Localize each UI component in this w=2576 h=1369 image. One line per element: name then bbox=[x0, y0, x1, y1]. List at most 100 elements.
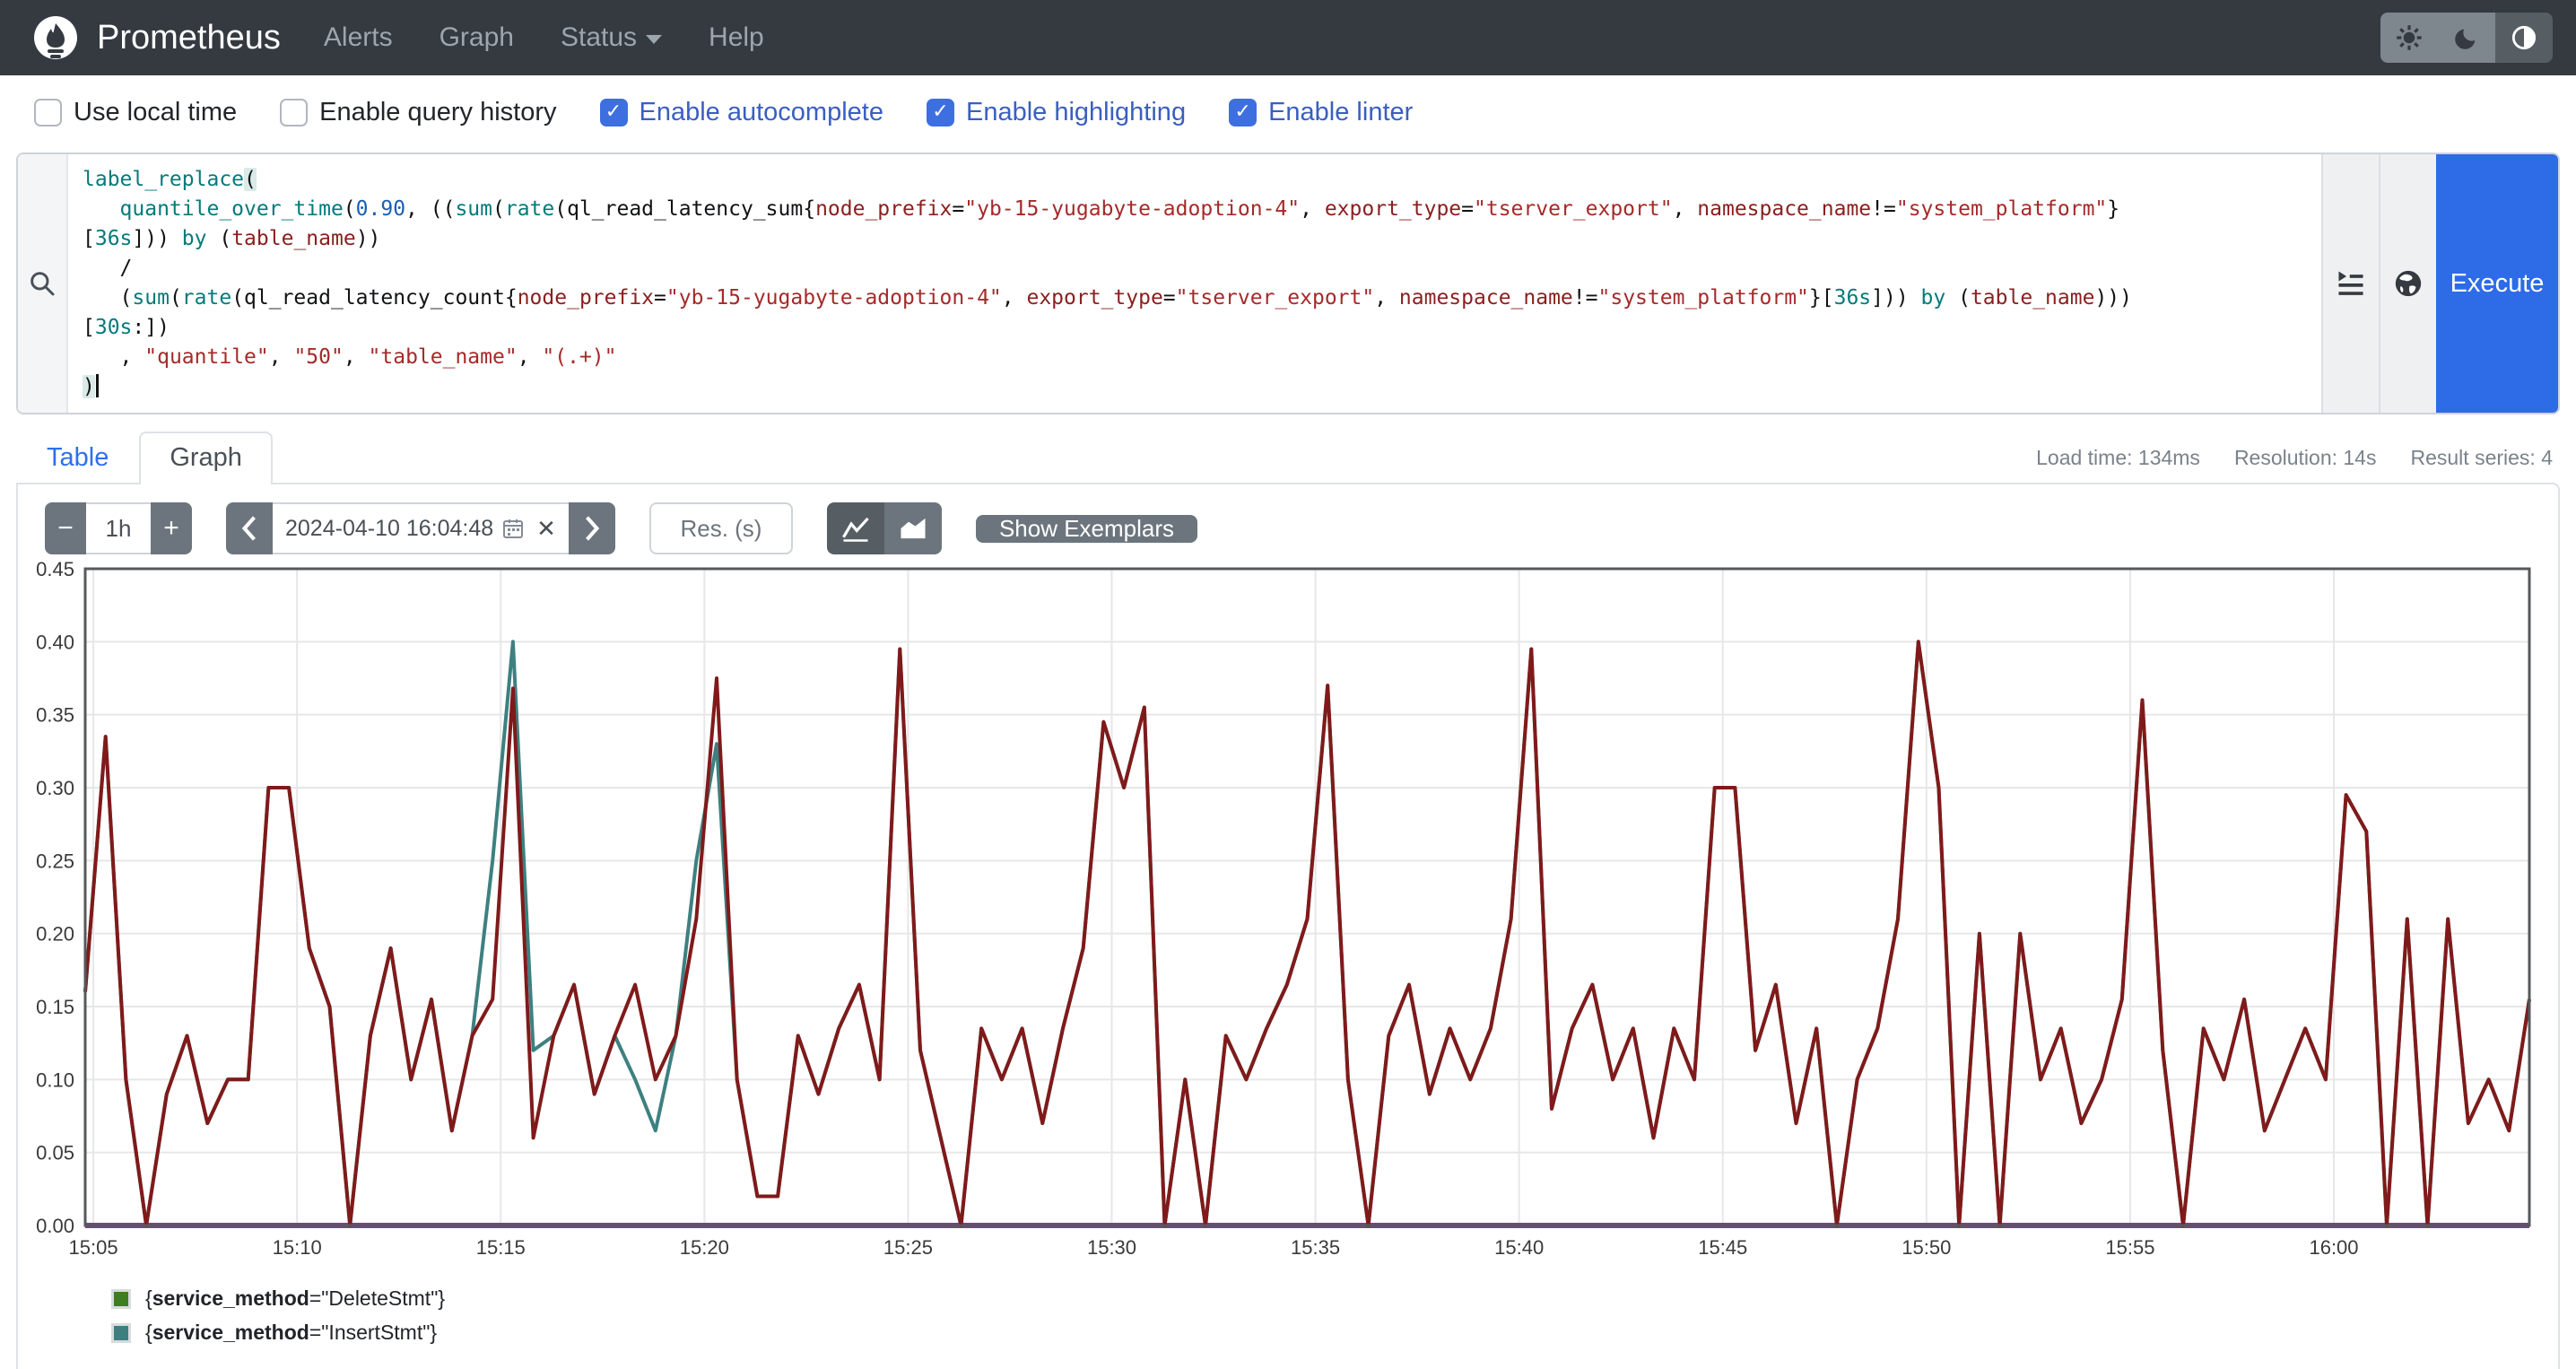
checkbox-enable-highlighting[interactable]: ✓ Enable highlighting bbox=[927, 98, 1186, 127]
forward-time-button[interactable] bbox=[569, 502, 615, 554]
x-axis-label: 15:15 bbox=[476, 1236, 526, 1259]
clear-datetime-button[interactable]: ✕ bbox=[536, 515, 556, 543]
query-token: ))) bbox=[2094, 286, 2132, 310]
query-token: rate bbox=[182, 286, 231, 310]
prometheus-brand[interactable]: Prometheus bbox=[32, 14, 281, 61]
tab-graph[interactable]: Graph bbox=[139, 432, 273, 484]
query-token: ) bbox=[83, 375, 95, 398]
query-token: , (( bbox=[405, 197, 455, 221]
legend-label: {service_method="InsertStmt"} bbox=[145, 1321, 437, 1345]
format-indent-icon bbox=[2337, 269, 2365, 298]
query-token: node_prefix bbox=[815, 197, 952, 221]
query-token: , bbox=[269, 345, 294, 369]
option-toggles-row: Use local time Enable query history ✓ Enabl… bbox=[0, 75, 2576, 149]
query-token: "system_platform" bbox=[1598, 286, 1809, 310]
stacked-chart-toggle-button[interactable] bbox=[884, 502, 942, 554]
enable-highlighting-checkbox[interactable]: ✓ bbox=[927, 99, 954, 126]
query-token: = bbox=[654, 286, 666, 310]
nav-link-alerts[interactable]: Alerts bbox=[324, 22, 393, 53]
query-token: namespace_name bbox=[1697, 197, 1871, 221]
enable-linter-checkbox[interactable]: ✓ bbox=[1229, 99, 1257, 126]
show-exemplars-button[interactable]: Show Exemplars bbox=[976, 515, 1197, 543]
query-token: quantile_over_time bbox=[120, 197, 344, 221]
stacked-chart-icon bbox=[899, 515, 927, 542]
auto-theme-button[interactable] bbox=[2495, 13, 2553, 63]
query-stats: Load time: 134ms Resolution: 14s Result … bbox=[2036, 446, 2553, 470]
increase-range-button[interactable]: + bbox=[151, 502, 192, 554]
enable-query-history-checkbox[interactable] bbox=[280, 99, 308, 126]
light-theme-button[interactable] bbox=[2380, 13, 2438, 63]
enable-autocomplete-checkbox[interactable]: ✓ bbox=[600, 99, 628, 126]
line-chart-toggle-button[interactable] bbox=[827, 502, 884, 554]
query-token: export_type bbox=[1325, 197, 1461, 221]
datetime-input[interactable]: 2024-04-10 16:04:48 ✕ bbox=[273, 502, 569, 554]
query-input[interactable]: label_replace( quantile_over_time(0.90, … bbox=[68, 154, 2321, 413]
checkbox-label: Enable highlighting bbox=[966, 98, 1186, 127]
checkbox-use-local-time[interactable]: Use local time bbox=[34, 98, 237, 127]
query-token: "yb-15-yugabyte-adoption-4" bbox=[964, 197, 1300, 221]
chevron-right-icon bbox=[582, 515, 602, 542]
checkbox-enable-linter[interactable]: ✓ Enable linter bbox=[1229, 98, 1413, 127]
nav-link-status[interactable]: Status bbox=[561, 22, 662, 53]
checkbox-label: Enable linter bbox=[1268, 98, 1413, 127]
chevron-down-icon bbox=[646, 35, 662, 44]
query-editor-box: label_replace( quantile_over_time(0.90, … bbox=[16, 153, 2560, 414]
query-token: label_replace bbox=[83, 168, 244, 191]
brand-title: Prometheus bbox=[97, 19, 281, 57]
query-token: = bbox=[1461, 197, 1474, 221]
query-line: [36s])) by (table_name)) bbox=[83, 224, 2307, 254]
query-line: / bbox=[83, 254, 2307, 283]
query-token: ( bbox=[344, 197, 356, 221]
legend-item[interactable]: {service_method="InsertStmt"} bbox=[111, 1321, 2558, 1345]
chart-type-toggle-group bbox=[827, 502, 942, 554]
query-token: , bbox=[83, 345, 144, 369]
y-axis-label: 0.15 bbox=[36, 996, 74, 1018]
checkbox-enable-query-history[interactable]: Enable query history bbox=[280, 98, 556, 127]
execute-button[interactable]: Execute bbox=[2436, 154, 2558, 413]
checkbox-label: Enable autocomplete bbox=[640, 98, 883, 127]
query-token: )) bbox=[356, 227, 381, 250]
load-time: Load time: 134ms bbox=[2036, 446, 2200, 470]
query-token: != bbox=[1573, 286, 1598, 310]
query-token: "table_name" bbox=[369, 345, 518, 369]
nav-link-graph[interactable]: Graph bbox=[439, 22, 514, 53]
resolution-input[interactable] bbox=[649, 502, 793, 554]
timeseries-chart[interactable]: 0.000.050.100.150.200.250.300.350.400.45… bbox=[18, 554, 2558, 1263]
chart-legend: {service_method="DeleteStmt"} {service_me… bbox=[111, 1286, 2558, 1345]
dark-theme-button[interactable] bbox=[2438, 13, 2495, 63]
query-token: "quantile" bbox=[144, 345, 268, 369]
query-token: ( bbox=[492, 197, 505, 221]
check-icon: ✓ bbox=[932, 102, 948, 122]
result-series: Result series: 4 bbox=[2410, 446, 2553, 470]
back-time-button[interactable] bbox=[226, 502, 273, 554]
query-token: "system_platform" bbox=[1896, 197, 2107, 221]
y-axis-label: 0.35 bbox=[36, 704, 74, 727]
legend-item[interactable]: {service_method="DeleteStmt"} bbox=[111, 1286, 2558, 1311]
query-token: { bbox=[505, 286, 518, 310]
checkbox-enable-autocomplete[interactable]: ✓ Enable autocomplete bbox=[600, 98, 883, 127]
query-line: [30s:]) bbox=[83, 313, 2307, 343]
query-token: 0.90 bbox=[356, 197, 405, 221]
query-token: , bbox=[344, 345, 369, 369]
range-input[interactable] bbox=[86, 515, 151, 543]
query-token: "(.+)" bbox=[542, 345, 616, 369]
query-token: 36s bbox=[1834, 286, 1872, 310]
use-local-time-checkbox[interactable] bbox=[34, 99, 62, 126]
tab-table[interactable]: Table bbox=[16, 432, 139, 484]
navbar: Prometheus Alerts Graph Status Help bbox=[0, 0, 2576, 75]
metrics-explorer-button[interactable] bbox=[2379, 154, 2436, 413]
query-token: }[ bbox=[1809, 286, 1834, 310]
decrease-range-button[interactable]: − bbox=[45, 502, 86, 554]
format-query-button[interactable] bbox=[2321, 154, 2379, 413]
x-axis-label: 15:25 bbox=[883, 1236, 933, 1259]
query-token: , bbox=[1002, 286, 1027, 310]
range-input-group: − + bbox=[45, 502, 192, 554]
nav-link-help[interactable]: Help bbox=[709, 22, 764, 53]
query-token: sum bbox=[455, 197, 492, 221]
query-token: table_name bbox=[1971, 286, 2094, 310]
query-token: "50" bbox=[293, 345, 343, 369]
legend-swatch bbox=[111, 1323, 131, 1343]
x-axis-label: 15:45 bbox=[1698, 1236, 1747, 1259]
query-token: table_name bbox=[231, 227, 355, 250]
x-axis-label: 15:50 bbox=[1902, 1236, 1951, 1259]
